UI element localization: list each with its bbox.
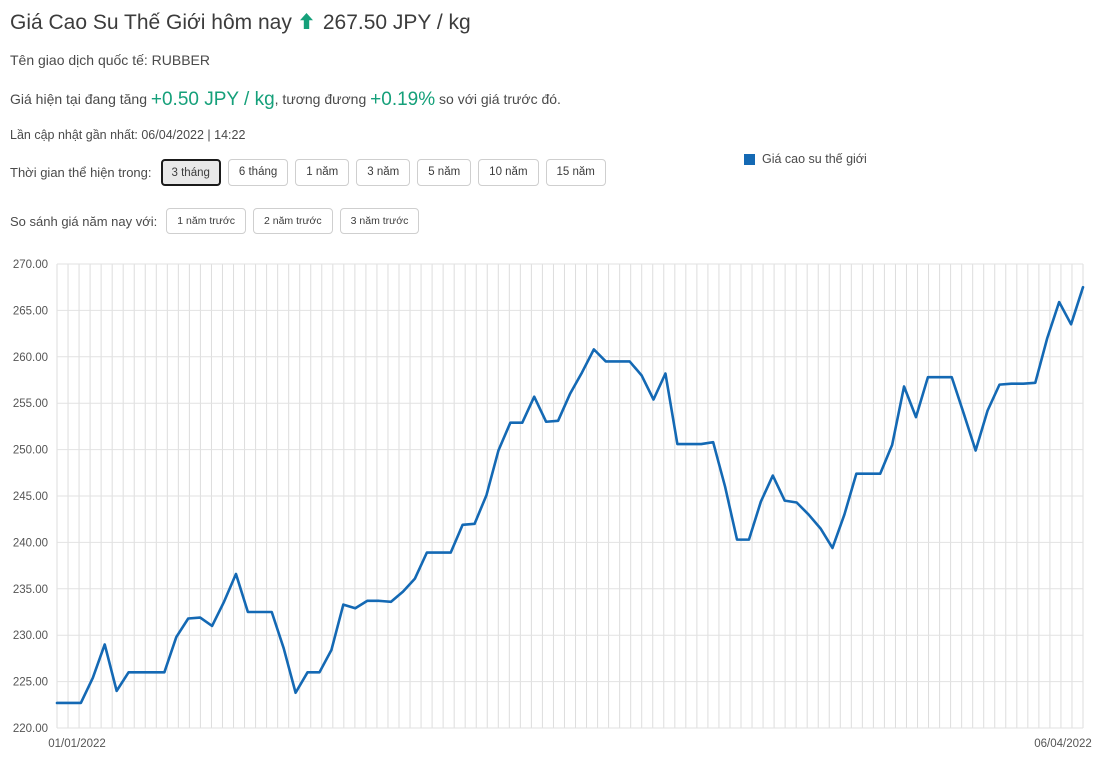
svg-text:255.00: 255.00 (13, 398, 48, 410)
chart-y-axis-labels: 220.00 225.00 230.00 235.00 240.00 245.00 250.… (13, 259, 48, 735)
price-chart[interactable]: 220.00 225.00 230.00 235.00 240.00 245.00 250.… (0, 252, 1107, 762)
compare-control-row: So sánh giá năm nay với: 1 năm trước 2 n… (10, 208, 1107, 234)
period-button-10-nam[interactable]: 10 năm (478, 159, 539, 186)
svg-text:240.00: 240.00 (13, 537, 48, 549)
chart-series-line (55, 285, 1085, 705)
header-block: Giá Cao Su Thế Giới hôm nay 267.50 JPY /… (0, 0, 1107, 234)
arrow-up-icon (299, 10, 314, 38)
symbol-line: Tên giao dịch quốc tế: RUBBER (10, 52, 210, 68)
change-prefix: Giá hiện tại đang tăng (10, 91, 147, 107)
svg-text:06/04/2022: 06/04/2022 (1034, 738, 1092, 750)
period-button-5-nam[interactable]: 5 năm (417, 159, 472, 186)
period-button-1-nam[interactable]: 1 năm (295, 159, 350, 186)
change-percent: +0.19% (370, 89, 436, 110)
page-title-text: Giá Cao Su Thế Giới hôm nay (10, 11, 292, 34)
legend-label: Giá cao su thế giới (762, 152, 867, 166)
last-updated: Lần cập nhật gần nhất: 06/04/2022 | 14:2… (10, 128, 246, 142)
svg-text:260.00: 260.00 (13, 352, 48, 364)
chart-legend: Giá cao su thế giới (744, 152, 867, 166)
svg-text:250.00: 250.00 (13, 445, 48, 457)
period-button-3-thang[interactable]: 3 tháng (160, 159, 221, 186)
svg-text:270.00: 270.00 (13, 259, 48, 271)
legend-swatch-icon (744, 153, 755, 165)
page-root: Giá Cao Su Thế Giới hôm nay 267.50 JPY /… (0, 0, 1107, 762)
svg-text:265.00: 265.00 (13, 305, 48, 317)
svg-text:225.00: 225.00 (13, 677, 48, 689)
svg-text:235.00: 235.00 (13, 584, 48, 596)
chart-svg: 220.00 225.00 230.00 235.00 240.00 245.00 250.… (13, 259, 1092, 750)
period-button-3-nam[interactable]: 3 năm (356, 159, 411, 186)
change-line: Giá hiện tại đang tăng +0.50 JPY / kg, t… (10, 89, 1107, 110)
period-button-6-thang[interactable]: 6 tháng (227, 159, 289, 186)
compare-button-1-nam-truoc[interactable]: 1 năm trước (166, 208, 246, 234)
svg-text:230.00: 230.00 (13, 630, 48, 642)
period-label: Thời gian thể hiện trong: (10, 165, 152, 180)
chart-horizontal-gridlines (57, 263, 1083, 729)
change-value: +0.50 JPY / kg (150, 89, 275, 110)
page-title: Giá Cao Su Thế Giới hôm nay 267.50 JPY /… (10, 9, 1107, 37)
current-price: 267.50 JPY / kg (322, 11, 471, 34)
svg-text:01/01/2022: 01/01/2022 (48, 738, 106, 750)
change-suffix: so với giá trước đó. (439, 91, 561, 107)
chart-x-axis-labels: 01/01/2022 06/04/2022 (48, 738, 1092, 750)
svg-text:220.00: 220.00 (13, 723, 48, 735)
svg-text:245.00: 245.00 (13, 491, 48, 503)
change-mid: , tương đương (274, 91, 367, 107)
compare-button-2-nam-truoc[interactable]: 2 năm trước (252, 208, 333, 234)
compare-label: So sánh giá năm nay với: (10, 213, 158, 229)
period-button-15-nam[interactable]: 15 năm (545, 159, 606, 186)
compare-button-3-nam-truoc[interactable]: 3 năm trước (339, 208, 420, 234)
period-control-row: Thời gian thể hiện trong: 3 tháng 6 thán… (10, 159, 1107, 186)
